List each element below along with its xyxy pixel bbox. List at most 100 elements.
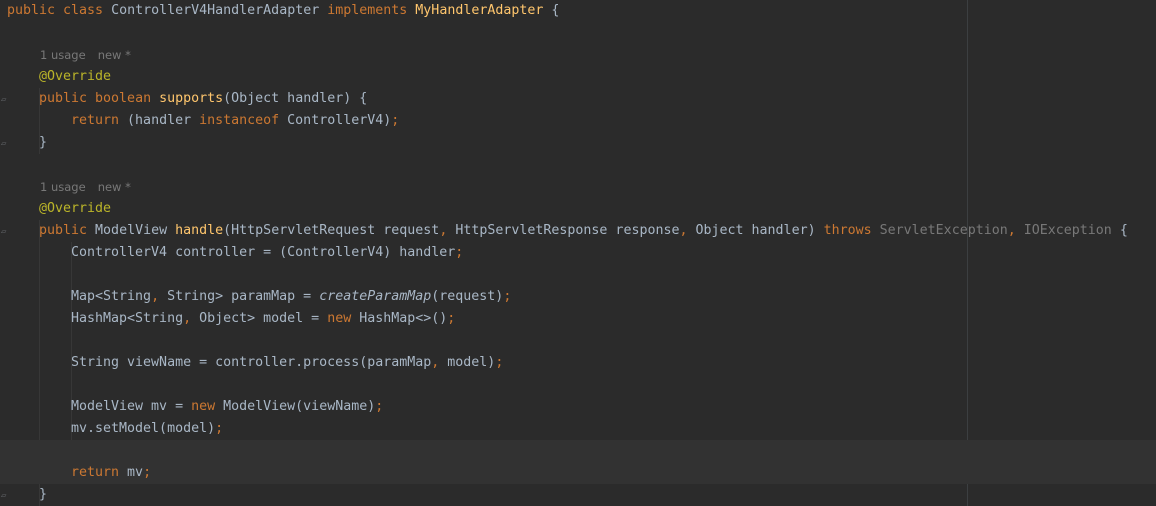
code-token: new [191,399,224,414]
code-token: ; [375,399,384,414]
usage-count-hint[interactable]: 1 usage [40,48,86,62]
code-token: Object> model = [199,311,328,326]
code-line[interactable]: ModelView mv = new ModelView(viewName); [0,396,1156,418]
code-token: mv.setModel(model) [71,421,216,436]
code-token: ModelView mv = [71,399,192,414]
fold-marker-icon[interactable]: ▱ [1,140,8,149]
code-text: } [39,484,47,506]
code-token: ModelView [95,223,176,238]
code-token: ; [391,113,400,128]
code-text: mv.setModel(model); [71,418,223,440]
code-token: return [71,113,128,128]
code-line[interactable] [0,154,1156,176]
code-line[interactable] [0,264,1156,286]
code-token: , [151,289,168,304]
code-text: String viewName = controller.process(par… [71,352,503,374]
code-token: mv [127,465,144,480]
code-token: , [183,311,200,326]
code-token: ; [503,289,512,304]
code-token: (HttpServletRequest request [223,223,440,238]
usage-count-hint[interactable]: 1 usage [40,180,86,194]
code-token: ; [447,311,456,326]
fold-marker-icon[interactable]: ▱ [1,96,8,105]
code-line[interactable]: public ModelView handle(HttpServletReque… [0,220,1156,242]
code-editor[interactable]: public class ControllerV4HandlerAdapter … [0,0,1156,506]
code-line[interactable]: HashMap<String, Object> model = new Hash… [0,308,1156,330]
code-text: public class ControllerV4HandlerAdapter … [7,0,559,22]
code-line[interactable]: return mv; [0,462,1156,484]
code-vision-hint[interactable]: 1 usage new * [40,176,143,198]
code-token: } [39,135,48,150]
code-text: ControllerV4 controller = (ControllerV4)… [71,242,463,264]
code-line[interactable] [0,374,1156,396]
code-token: throws [823,223,880,238]
code-line[interactable] [0,440,1156,462]
code-token: createParamMap [319,289,432,304]
code-token: IOException [1023,223,1120,238]
code-token: MyHandlerAdapter [415,3,552,18]
author-status-hint[interactable]: new * [98,48,131,62]
code-token: handle [175,223,224,238]
code-token: public [39,223,96,238]
code-token: supports [159,91,224,106]
code-text: } [39,132,47,154]
code-line[interactable]: ControllerV4 controller = (ControllerV4)… [0,242,1156,264]
code-token: ControllerV4HandlerAdapter [111,3,328,18]
fold-marker-icon[interactable]: ▱ [1,228,8,237]
code-token: Object handler) [695,223,824,238]
inlay-hint-line[interactable]: 1 usage new * [0,44,1156,66]
code-token: @Override [39,69,112,84]
code-token: return [71,465,128,480]
code-token: (Object handler) { [223,91,368,106]
code-text: return mv; [71,462,151,484]
code-token: model) [447,355,496,370]
code-token: HashMap<String [71,311,184,326]
code-line[interactable] [0,330,1156,352]
code-line[interactable]: return (handler instanceof ControllerV4)… [0,110,1156,132]
code-vision-hint[interactable]: 1 usage new * [40,44,143,66]
code-line[interactable]: } ▱ [0,484,1156,506]
code-token: { [551,3,560,18]
code-line[interactable]: Map<String, String> paramMap = createPar… [0,286,1156,308]
code-line[interactable]: public boolean supports(Object handler) … [0,88,1156,110]
code-token: (handler [127,113,200,128]
inlay-hint-line[interactable]: 1 usage new * [0,176,1156,198]
code-token: ControllerV4 controller = (ControllerV4)… [71,245,456,260]
fold-marker-icon[interactable]: ▱ [1,492,8,501]
code-token: ; [215,421,224,436]
code-line[interactable]: mv.setModel(model); [0,418,1156,440]
code-line[interactable]: } ▱ [0,132,1156,154]
code-token: { [1119,223,1128,238]
code-text: @Override [39,66,111,88]
code-text: Map<String, String> paramMap = createPar… [71,286,511,308]
code-text: ModelView mv = new ModelView(viewName); [71,396,383,418]
code-token: public class [7,3,112,18]
code-text: @Override [39,198,111,220]
code-token: HttpServletResponse response [455,223,680,238]
author-status-hint[interactable]: new * [98,180,131,194]
code-token: ModelView(viewName) [223,399,376,414]
code-token: ControllerV4) [287,113,392,128]
code-token: ; [495,355,504,370]
code-text: HashMap<String, Object> model = new Hash… [71,308,455,330]
code-line[interactable] [0,22,1156,44]
code-token: Map<String [71,289,152,304]
code-line[interactable]: public class ControllerV4HandlerAdapter … [0,0,1156,22]
code-token: ; [143,465,152,480]
code-token: , [431,355,448,370]
code-token: (request) [431,289,504,304]
code-token: instanceof [199,113,288,128]
code-text: public ModelView handle(HttpServletReque… [39,220,1128,242]
code-token: , [1007,223,1024,238]
code-token: ServletException [879,223,1008,238]
code-token: new [327,311,360,326]
code-token: , [439,223,456,238]
code-token: public boolean [39,91,160,106]
code-token: , [679,223,696,238]
code-text: return (handler instanceof ControllerV4)… [71,110,399,132]
code-token: } [39,487,48,502]
code-line[interactable]: @Override [0,66,1156,88]
code-token: String> paramMap = [167,289,320,304]
code-line[interactable]: @Override [0,198,1156,220]
code-line[interactable]: String viewName = controller.process(par… [0,352,1156,374]
